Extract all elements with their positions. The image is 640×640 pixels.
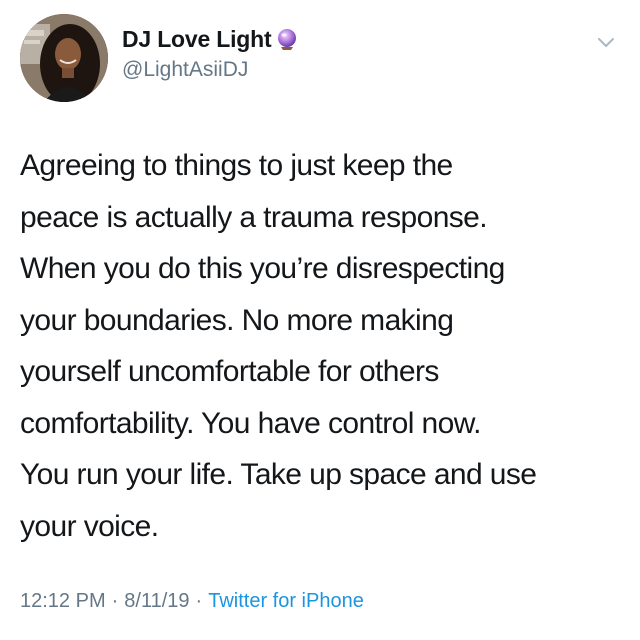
tweet-text-line: your boundaries. No more making <box>20 303 454 337</box>
avatar[interactable] <box>20 14 108 102</box>
tweet-text-line: peace is actually a trauma response. <box>20 200 488 234</box>
chevron-down-icon[interactable] <box>594 30 618 54</box>
tweet-date[interactable]: 8/11/19 <box>124 590 189 612</box>
tweet-text-line: yourself uncomfortable for others <box>20 355 439 388</box>
crystal-ball-icon <box>275 27 299 51</box>
avatar-image <box>20 14 108 102</box>
name-row: DJ Love Light <box>122 24 299 54</box>
tweet-card: DJ Love Light @LightAsiiDJ Agreeing to t… <box>0 0 640 640</box>
tweet-text-line: Agreeing to things to just keep the <box>20 149 453 182</box>
tweet-time[interactable]: 12:12 PM <box>20 590 106 612</box>
meta-separator: · <box>111 590 119 612</box>
tweet-text: Agreeing to things to just keep the peac… <box>20 140 620 552</box>
user-handle[interactable]: @LightAsiiDJ <box>122 58 248 82</box>
display-name[interactable]: DJ Love Light <box>122 26 272 53</box>
tweet-text-line: You run your life. Take up space and use <box>20 458 537 491</box>
tweet-source-link[interactable]: Twitter for iPhone <box>208 590 364 612</box>
meta-separator: · <box>195 590 203 612</box>
tweet-text-line: your voice. <box>20 509 159 543</box>
tweet-metadata: 12:12 PM · 8/11/19 · Twitter for iPhone <box>20 590 364 613</box>
tweet-text-line: comfortability. You have control now. <box>20 406 481 440</box>
tweet-text-line: When you do this you’re disrespecting <box>20 252 505 285</box>
